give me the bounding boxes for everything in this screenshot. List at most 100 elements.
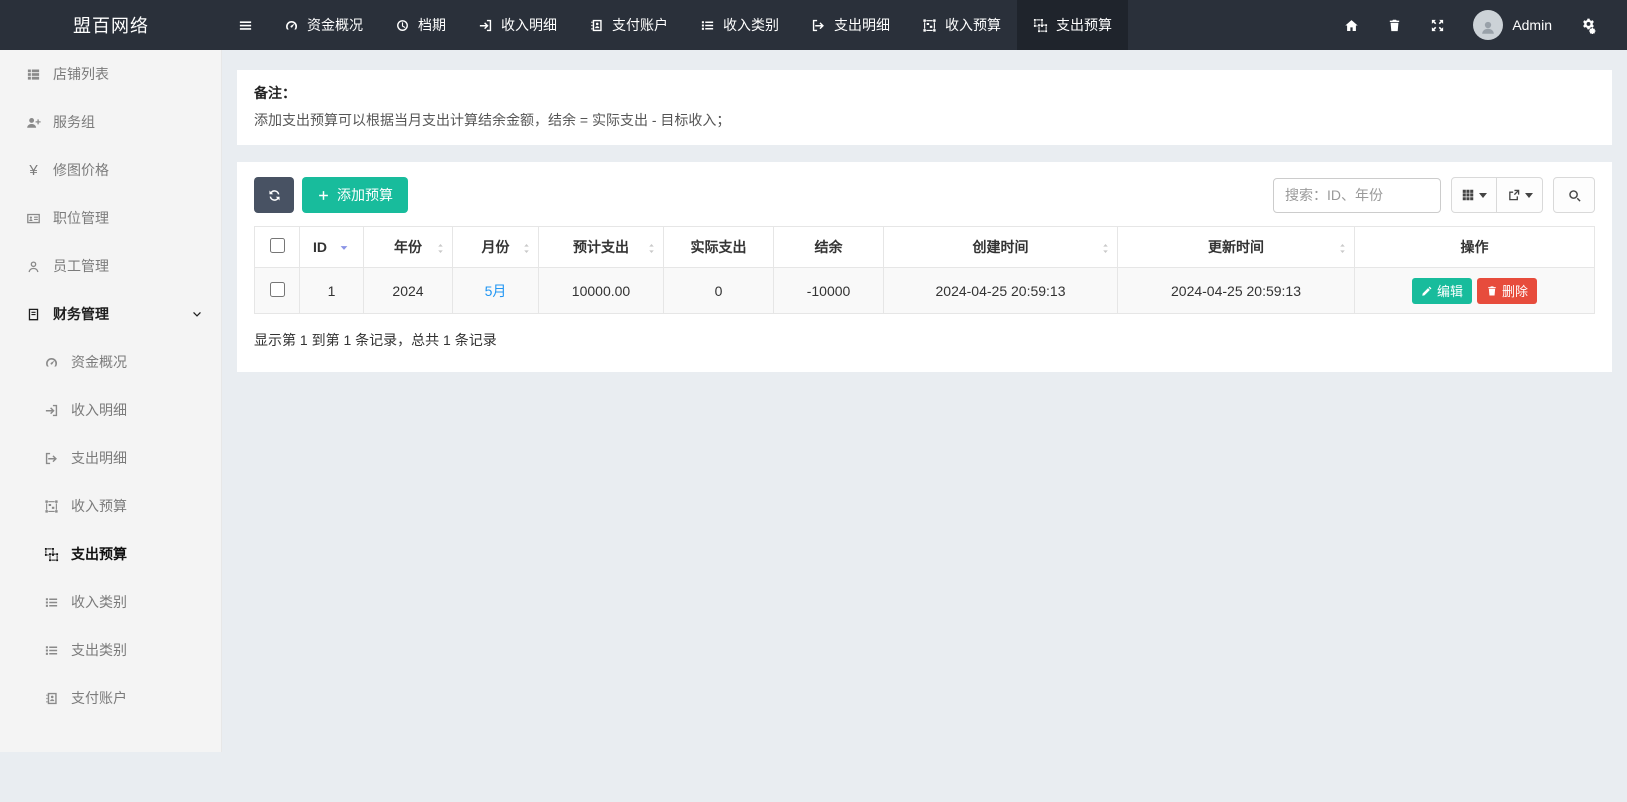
- sidebar-subitem-expense-budget[interactable]: 支出预算: [0, 530, 221, 578]
- nav-item-expense-detail[interactable]: 支出明细: [795, 0, 906, 50]
- budget-panel: 添加预算: [237, 162, 1612, 372]
- nav-item-label: 支出明细: [834, 15, 890, 35]
- chevron-down-icon: [191, 306, 203, 322]
- sidebar-item-label: 收入类别: [71, 592, 127, 612]
- main-content: 备注： 添加支出预算可以根据当月支出计算结余金额，结余 = 实际支出 - 目标收…: [222, 50, 1627, 387]
- nav-item-label: 收入明细: [501, 15, 557, 35]
- sidebar-toggle-button[interactable]: [222, 0, 268, 50]
- nav-item-payment-account[interactable]: 支付账户: [573, 0, 684, 50]
- cell-created: 2024-04-25 20:59:13: [884, 268, 1118, 314]
- export-icon: [1507, 188, 1521, 202]
- sidebar-item-label: 支出类别: [71, 640, 127, 660]
- nav-item-expense-budget[interactable]: 支出预算: [1017, 0, 1128, 50]
- column-header-expected[interactable]: 预计支出: [539, 227, 664, 268]
- search-button[interactable]: [1553, 177, 1595, 213]
- sidebar-subitem-expense-category[interactable]: 支出类别: [0, 626, 221, 674]
- cell-year: 2024: [364, 268, 453, 314]
- sort-icon: [434, 239, 447, 255]
- sidebar-item-label: 店铺列表: [53, 64, 109, 84]
- nav-item-label: 支付账户: [612, 15, 668, 35]
- column-header-month[interactable]: 月份: [453, 227, 539, 268]
- trash-icon: [1486, 285, 1498, 297]
- list-icon: [44, 595, 59, 610]
- sidebar-item-label: 职位管理: [53, 208, 109, 228]
- export-button[interactable]: [1497, 177, 1543, 213]
- edit-button[interactable]: 编辑: [1412, 278, 1472, 304]
- nav-item-income-budget[interactable]: 收入预算: [906, 0, 1017, 50]
- budget-table: ID 年份 月份 预计支出: [254, 226, 1595, 314]
- column-header-year[interactable]: 年份: [364, 227, 453, 268]
- refresh-button[interactable]: [254, 177, 294, 213]
- caret-down-icon: [1479, 193, 1487, 198]
- object-ungroup-icon: [1033, 18, 1048, 33]
- trash-button[interactable]: [1373, 0, 1416, 50]
- list-icon: [700, 18, 715, 33]
- cell-actual: 0: [664, 268, 774, 314]
- table-row[interactable]: 1 2024 5月 10000.00 0 -10000 2024-04-25 2…: [255, 268, 1595, 314]
- select-all-checkbox[interactable]: [270, 238, 285, 253]
- search-icon: [1567, 188, 1582, 203]
- sort-caret-down-icon: [338, 239, 350, 255]
- nav-item-label: 档期: [418, 15, 446, 35]
- sidebar-subitem-income-category[interactable]: 收入类别: [0, 578, 221, 626]
- select-all-header: [255, 227, 300, 268]
- user-menu[interactable]: Admin: [1459, 10, 1566, 40]
- row-select-cell: [255, 268, 300, 314]
- row-checkbox[interactable]: [270, 282, 285, 297]
- sign-out-icon: [811, 18, 826, 33]
- fullscreen-button[interactable]: [1416, 0, 1459, 50]
- table-options-group: [1451, 177, 1543, 213]
- clock-icon: [395, 18, 410, 33]
- nav-item-label: 收入预算: [945, 15, 1001, 35]
- table-header-row: ID 年份 月份 预计支出: [255, 227, 1595, 268]
- top-navbar: 盟百网络 资金概况 档期 收入明细 支付账户 收入类别 支出明细: [0, 0, 1627, 50]
- settings-button[interactable]: [1566, 0, 1611, 50]
- sidebar-item-position-mgmt[interactable]: 职位管理: [0, 194, 221, 242]
- sidebar-item-staff-mgmt[interactable]: 员工管理: [0, 242, 221, 290]
- home-button[interactable]: [1330, 0, 1373, 50]
- delete-button[interactable]: 删除: [1477, 278, 1537, 304]
- sidebar-item-service-group[interactable]: 服务组: [0, 98, 221, 146]
- sidebar-subitem-funds-overview[interactable]: 资金概况: [0, 338, 221, 386]
- sidebar-item-label: 支出预算: [71, 544, 127, 564]
- sidebar-item-finance-mgmt[interactable]: 财务管理: [0, 290, 221, 338]
- sidebar-item-label: 服务组: [53, 112, 95, 132]
- user-outline-icon: [26, 259, 41, 274]
- sidebar-item-retouch-price[interactable]: ¥ 修图价格: [0, 146, 221, 194]
- cell-updated: 2024-04-25 20:59:13: [1118, 268, 1355, 314]
- object-ungroup-icon: [44, 547, 59, 562]
- note-body: 添加支出预算可以根据当月支出计算结余金额，结余 = 实际支出 - 目标收入；: [254, 110, 1595, 130]
- columns-button[interactable]: [1451, 177, 1497, 213]
- sign-in-icon: [44, 403, 59, 418]
- object-group-icon: [922, 18, 937, 33]
- cogs-icon: [1580, 17, 1597, 34]
- add-budget-button[interactable]: 添加预算: [302, 177, 408, 213]
- nav-item-label: 资金概况: [307, 15, 363, 35]
- sidebar-subitem-income-detail[interactable]: 收入明细: [0, 386, 221, 434]
- toolbar-right: [1273, 177, 1595, 213]
- sidebar-subitem-expense-detail[interactable]: 支出明细: [0, 434, 221, 482]
- column-header-actual[interactable]: 实际支出: [664, 227, 774, 268]
- cell-id: 1: [300, 268, 364, 314]
- column-header-created[interactable]: 创建时间: [884, 227, 1118, 268]
- yen-icon: ¥: [26, 162, 41, 179]
- nav-item-schedule[interactable]: 档期: [379, 0, 462, 50]
- trash-icon: [1387, 18, 1402, 33]
- brand-logo[interactable]: 盟百网络: [0, 0, 222, 50]
- month-link[interactable]: 5月: [485, 283, 507, 299]
- sidebar-subitem-income-budget[interactable]: 收入预算: [0, 482, 221, 530]
- column-header-id[interactable]: ID: [300, 227, 364, 268]
- sidebar-subitem-payment-account[interactable]: 支付账户: [0, 674, 221, 722]
- sort-icon: [1336, 239, 1349, 255]
- nav-item-income-detail[interactable]: 收入明细: [462, 0, 573, 50]
- sidebar-item-shop-list[interactable]: 店铺列表: [0, 50, 221, 98]
- nav-item-income-category[interactable]: 收入类别: [684, 0, 795, 50]
- search-input[interactable]: [1273, 178, 1441, 213]
- cell-balance: -10000: [774, 268, 884, 314]
- column-header-updated[interactable]: 更新时间: [1118, 227, 1355, 268]
- nav-item-funds-overview[interactable]: 资金概况: [268, 0, 379, 50]
- nav-item-label: 收入类别: [723, 15, 779, 35]
- sidebar-item-label: 收入明细: [71, 400, 127, 420]
- column-header-balance[interactable]: 结余: [774, 227, 884, 268]
- sort-icon: [645, 239, 658, 255]
